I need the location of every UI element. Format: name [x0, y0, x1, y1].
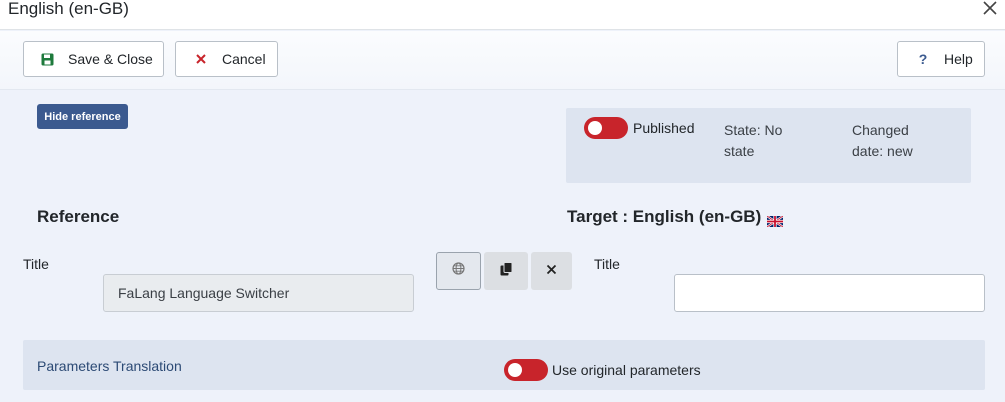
- toolbar: Save & Close Cancel ? Help: [0, 31, 1005, 90]
- target-heading: Target : English (en-GB): [567, 207, 762, 226]
- save-close-label: Save & Close: [68, 51, 153, 67]
- window-title: English (en-GB): [8, 0, 129, 18]
- save-close-button[interactable]: Save & Close: [23, 41, 164, 77]
- target-title-input[interactable]: [674, 274, 985, 312]
- x-icon: [194, 52, 208, 66]
- reference-heading: Reference: [37, 207, 120, 226]
- toggle-knob: [588, 121, 602, 135]
- parameters-translation-label: Parameters Translation: [37, 358, 182, 374]
- close-icon: [546, 262, 557, 280]
- published-toggle[interactable]: [584, 117, 628, 139]
- copy-icon: [500, 261, 513, 281]
- help-label: Help: [944, 51, 973, 67]
- status-panel: Published State: No state Changed date: …: [566, 108, 971, 183]
- hide-reference-button[interactable]: Hide reference: [37, 104, 128, 129]
- question-mark-icon: ?: [918, 51, 928, 67]
- parameters-panel: Parameters Translation Use original para…: [23, 340, 985, 390]
- state-text: State: No state: [724, 122, 783, 159]
- published-label: Published: [633, 120, 695, 136]
- globe-icon: [452, 262, 465, 280]
- close-icon[interactable]: [981, 0, 999, 18]
- use-original-toggle[interactable]: [504, 359, 548, 381]
- copy-button[interactable]: [484, 252, 528, 290]
- reference-title-field: FaLang Language Switcher: [103, 274, 414, 312]
- translate-button[interactable]: [436, 252, 481, 290]
- floppy-disk-icon: [40, 52, 54, 66]
- uk-flag-icon: [766, 212, 784, 228]
- target-title-label: Title: [594, 256, 620, 272]
- clear-button[interactable]: [531, 252, 572, 290]
- use-original-label: Use original parameters: [552, 362, 701, 378]
- cancel-button[interactable]: Cancel: [175, 41, 278, 77]
- help-button[interactable]: ? Help: [897, 41, 985, 77]
- reference-title-value: FaLang Language Switcher: [118, 285, 290, 301]
- reference-title-label: Title: [23, 256, 49, 272]
- window-titlebar: English (en-GB): [0, 0, 1005, 30]
- cancel-label: Cancel: [222, 51, 266, 67]
- changed-date-text: Changed date: new: [852, 122, 913, 159]
- toggle-knob: [508, 363, 522, 377]
- target-heading-wrap: Target : English (en-GB): [567, 207, 784, 228]
